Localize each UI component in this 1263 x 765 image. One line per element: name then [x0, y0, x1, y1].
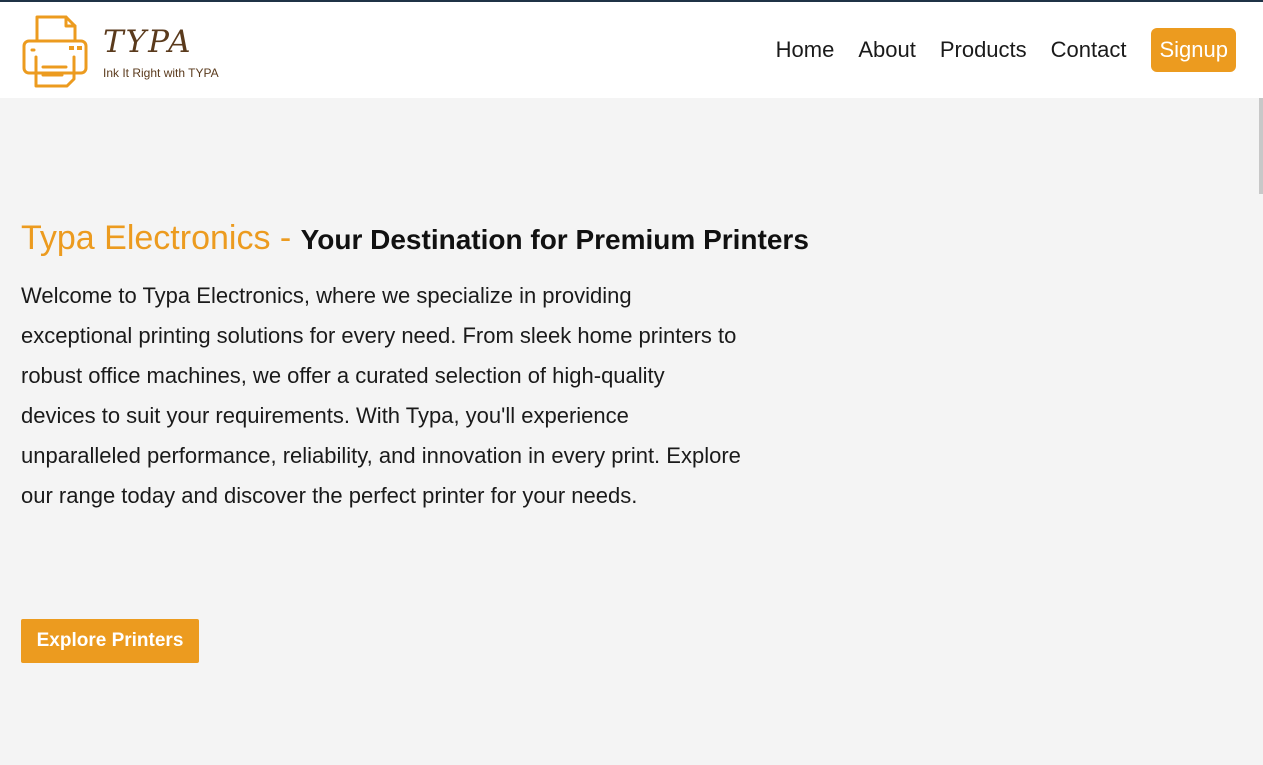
hero-brand-text: Typa Electronics -: [21, 219, 301, 257]
nav-products-link[interactable]: Products: [940, 28, 1027, 72]
nav-about-link[interactable]: About: [858, 28, 916, 72]
brand-tagline: Ink It Right with TYPA: [103, 66, 219, 80]
brand-name: TYPA: [103, 24, 193, 60]
scrollbar[interactable]: [1259, 98, 1263, 194]
main-nav: Home About Products Contact Signup: [752, 28, 1236, 72]
nav-home-link[interactable]: Home: [776, 28, 835, 72]
hero-headline: Your Destination for Premium Printers: [300, 224, 809, 255]
hero-description: Welcome to Typa Electronics, where we sp…: [21, 283, 741, 508]
hero-title: Typa Electronics - Your Destination for …: [21, 219, 809, 258]
printer-icon: [22, 15, 88, 88]
navbar: TYPA Ink It Right with TYPA Home About P…: [0, 2, 1263, 98]
signup-button[interactable]: Signup: [1151, 28, 1236, 72]
explore-printers-button[interactable]: Explore Printers: [21, 619, 199, 663]
nav-contact-link[interactable]: Contact: [1051, 28, 1127, 72]
logo[interactable]: TYPA Ink It Right with TYPA: [22, 14, 242, 90]
